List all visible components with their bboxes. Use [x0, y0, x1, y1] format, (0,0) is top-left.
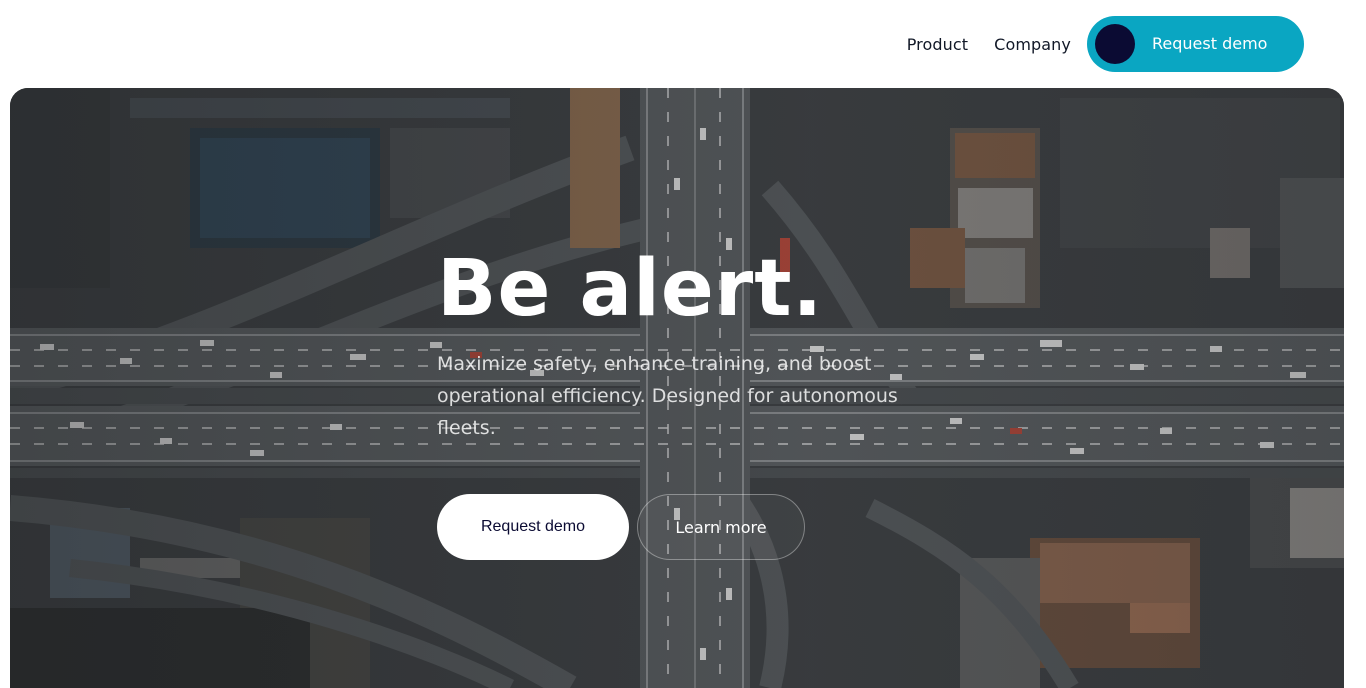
nav-request-demo-button[interactable]: Request demo — [1087, 16, 1304, 72]
nav-request-demo-label: Request demo — [1152, 34, 1268, 53]
nav-link-company[interactable]: Company — [994, 35, 1071, 54]
hero-content: Be alert. Maximize safety, enhance train… — [437, 248, 957, 560]
cta-dot-icon — [1095, 24, 1135, 64]
nav-link-product[interactable]: Product — [907, 35, 968, 54]
top-navbar: Product Company Request demo — [0, 0, 1366, 88]
hero-learn-more-button[interactable]: Learn more — [637, 494, 805, 560]
hero-request-demo-button[interactable]: Request demo — [437, 494, 629, 560]
hero-subtitle: Maximize safety, enhance training, and b… — [437, 353, 898, 439]
main-nav: Product Company Request demo — [907, 16, 1304, 72]
hero-section: Be alert. Maximize safety, enhance train… — [10, 88, 1344, 688]
hero-actions: Request demo Learn more — [437, 494, 957, 560]
hero-title: Be alert. — [437, 244, 824, 334]
